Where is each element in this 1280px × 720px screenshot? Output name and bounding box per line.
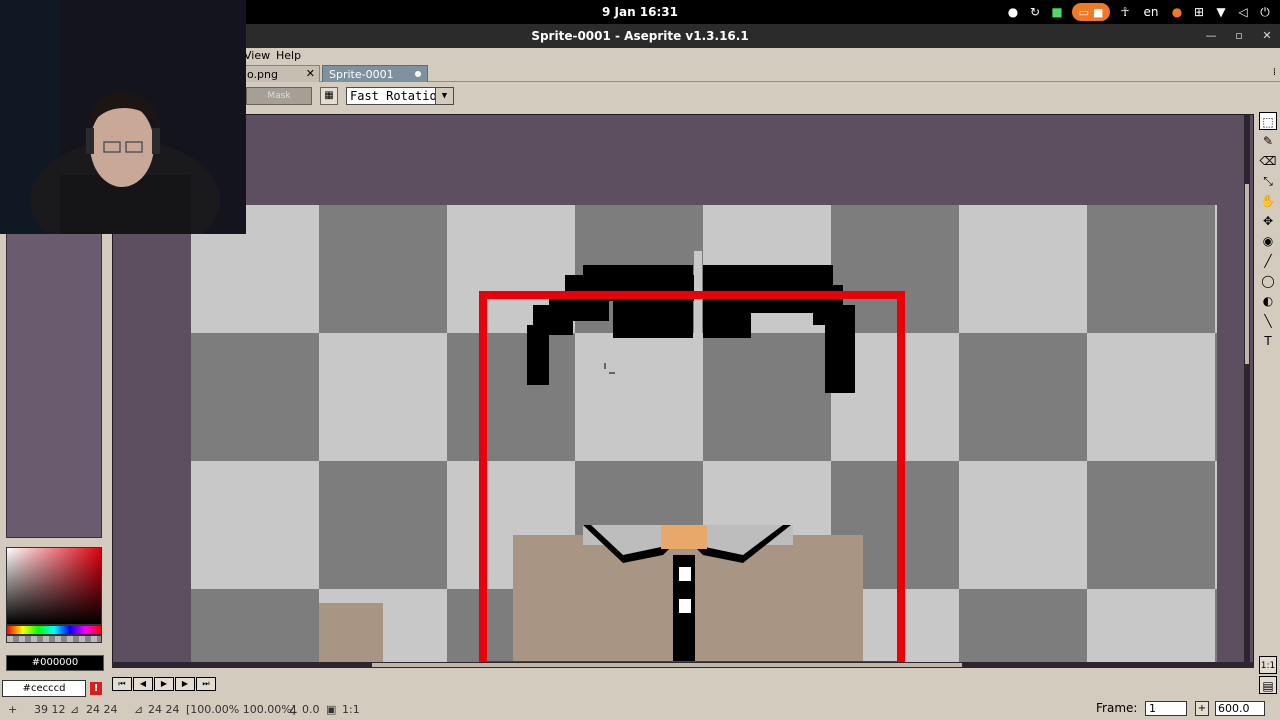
ratio-readout: 1:1 xyxy=(342,703,360,716)
system-tray[interactable]: ● ↻ ■ ▭ ■ ☥ en ● ⊞ ▼ ◁ ⏻ xyxy=(1006,3,1272,21)
cursor-position: 39 12 xyxy=(34,703,66,716)
move-tool-icon[interactable]: ✥ xyxy=(1259,212,1277,230)
horizontal-scrollbar[interactable] xyxy=(112,662,1254,668)
steam-icon[interactable]: ● xyxy=(1006,5,1020,19)
fill-tool-icon[interactable]: ◉ xyxy=(1259,232,1277,250)
scroll-thumb[interactable] xyxy=(1245,184,1249,364)
scale-readout: [100.00% 100.00%] xyxy=(186,703,296,716)
timeline-controls: ⏮ ◀ ▶ ▶ ⏭ xyxy=(112,677,612,693)
status-bar: + 39 12 ⊿ 24 24 ⊿ 24 24 [100.00% 100.00%… xyxy=(0,700,1280,720)
cursor-icon: + xyxy=(8,703,18,716)
rotation-algorithm-select[interactable]: Fast Rotation ▼ xyxy=(346,87,454,105)
prev-frame-icon[interactable]: ◀ xyxy=(133,677,153,691)
transform-size: 24 24 xyxy=(148,703,180,716)
ratio-icon: ▣ xyxy=(326,703,337,716)
accessibility-icon[interactable]: ☥ xyxy=(1118,5,1132,19)
background-color[interactable]: #cecccd xyxy=(2,680,86,697)
power-icon[interactable]: ⏻ xyxy=(1258,5,1272,19)
sprite-art xyxy=(319,251,905,663)
ellipse-tool-icon[interactable]: ◯ xyxy=(1259,272,1277,290)
shirt-pixels xyxy=(319,525,863,663)
tab-label: o.png xyxy=(247,68,278,81)
pencil-tool-icon[interactable]: ✎ xyxy=(1259,132,1277,150)
minimize-icon[interactable]: — xyxy=(1204,28,1218,44)
tab-sprite-0001[interactable]: Sprite-0001 xyxy=(322,65,428,82)
frame-input[interactable]: 1 xyxy=(1145,701,1187,716)
marquee-tool-icon[interactable]: ⬚ xyxy=(1259,112,1277,130)
eraser-tool-icon[interactable]: ⌫ xyxy=(1259,152,1277,170)
vertical-scrollbar[interactable] xyxy=(1244,114,1250,664)
chevron-down-icon[interactable]: ▼ xyxy=(435,88,453,104)
frame-label: Frame: xyxy=(1096,701,1138,715)
close-icon[interactable]: ✕ xyxy=(1260,28,1274,44)
menu-help[interactable]: Help xyxy=(276,49,301,62)
contour-tool-icon[interactable]: ◐ xyxy=(1259,292,1277,310)
network-icon[interactable]: ⊞ xyxy=(1192,5,1206,19)
tools-bar: ⬚ ✎ ⌫ ⤡ ✋ ✥ ◉ ╱ ◯ ◐ ╲ T 1:1 ▤ xyxy=(1256,110,1280,720)
next-frame-icon[interactable]: ▶ xyxy=(175,677,195,691)
hand-tool-icon[interactable]: ✋ xyxy=(1259,192,1277,210)
eyedropper-tool-icon[interactable]: ⤡ xyxy=(1259,172,1277,190)
add-frame-icon[interactable]: + xyxy=(1195,701,1209,716)
angle-icon: ∠ xyxy=(288,703,298,716)
tab-png-file[interactable]: o.png ✕ xyxy=(240,65,320,82)
crosshair-cursor-icon xyxy=(604,363,615,374)
screencast-icon[interactable]: ▭ ■ xyxy=(1072,3,1110,21)
alpha-slider[interactable] xyxy=(6,635,102,643)
webcam-overlay xyxy=(0,0,246,234)
tab-label: Sprite-0001 xyxy=(329,68,394,81)
timeline-toggle-icon[interactable]: ▤ xyxy=(1259,676,1277,694)
warning-icon[interactable]: ! xyxy=(90,682,102,695)
line-tool-icon[interactable]: ╱ xyxy=(1259,252,1277,270)
size-icon: ⊿ xyxy=(134,703,144,716)
foreground-color[interactable]: #000000 xyxy=(6,655,104,671)
scroll-thumb[interactable] xyxy=(372,663,962,667)
microphone-icon[interactable]: ● xyxy=(1170,5,1184,19)
blur-tool-icon[interactable]: ╲ xyxy=(1259,312,1277,330)
text-tool-icon[interactable]: T xyxy=(1259,332,1277,350)
lock-icon[interactable]: ■ xyxy=(1050,5,1064,19)
rotation-algorithm-value: Fast Rotation xyxy=(350,89,444,103)
first-frame-icon[interactable]: ⏮ xyxy=(112,677,132,691)
hair-pixels xyxy=(527,265,855,393)
last-frame-icon[interactable]: ⏭ xyxy=(196,677,216,691)
selection-icon: ⊿ xyxy=(70,703,80,716)
volume-icon[interactable]: ◁ xyxy=(1236,5,1250,19)
wifi-icon[interactable]: ▼ xyxy=(1214,5,1228,19)
update-icon[interactable]: ↻ xyxy=(1028,5,1042,19)
modified-dot-icon xyxy=(415,71,421,77)
maximize-icon[interactable]: ▫ xyxy=(1232,28,1246,44)
angle-readout: 0.0 xyxy=(302,703,320,716)
zoom-input[interactable]: 600.0 xyxy=(1215,701,1265,716)
sprite-editor[interactable] xyxy=(112,114,1254,664)
color-spectrum[interactable] xyxy=(6,547,102,625)
webcam-person-image xyxy=(0,0,246,234)
palette-area[interactable] xyxy=(6,233,102,538)
pivot-icon[interactable]: ▦ xyxy=(320,87,338,105)
language-indicator[interactable]: en xyxy=(1140,5,1162,19)
mask-button[interactable]: Mask xyxy=(246,87,312,105)
play-icon[interactable]: ▶ xyxy=(154,677,174,691)
tab-menu-icon[interactable]: ⁞ xyxy=(1273,67,1276,78)
hue-slider[interactable] xyxy=(6,625,102,635)
hair-parting xyxy=(694,251,702,351)
menu-view[interactable]: View xyxy=(244,49,270,62)
zoom-ratio-icon[interactable]: 1:1 xyxy=(1259,656,1277,674)
selection-size: 24 24 xyxy=(86,703,118,716)
tab-close-icon[interactable]: ✕ xyxy=(306,67,315,80)
